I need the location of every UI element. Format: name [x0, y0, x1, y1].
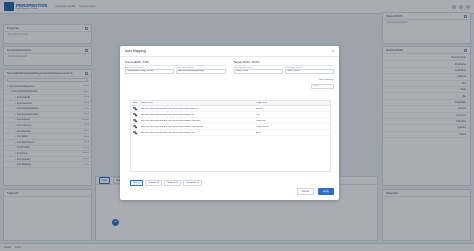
target-section: Target(JSON, JSON) Select target documen…	[233, 60, 334, 78]
source-field-cell: Ans:GetOrderResponse/Ans:GetOrderRespons…	[141, 107, 198, 110]
auto-mapping-dialog: Auto Mapping × Source(EMS, XSD) Select s…	[120, 46, 339, 200]
apply-button[interactable]: Apply	[318, 187, 334, 195]
source-section: Source(EMS, XSD) Select source document …	[125, 60, 226, 78]
target-field-cell[interactable]: OrderNumber	[256, 126, 330, 128]
filter-new[interactable]: New (5)	[130, 180, 144, 186]
show-mappings-toggle[interactable]: Show Mappings	[318, 79, 334, 81]
filter-mapped[interactable]: Mapped (0)	[164, 180, 182, 186]
col-source: Source Field	[141, 102, 153, 104]
col-target: Target Field	[256, 102, 267, 104]
map-checkbox[interactable]	[133, 124, 136, 128]
close-icon[interactable]: ×	[332, 49, 334, 53]
target-field-cell[interactable]: price	[256, 132, 330, 134]
cancel-button[interactable]: Cancel	[296, 187, 315, 195]
source-field-cell: Ans:GetOrderResponse/Ans:GetOrderRespons…	[141, 119, 201, 122]
mapping-search-input[interactable]: Search	[311, 84, 334, 89]
filter-unmapped[interactable]: Unmapped (0)	[183, 180, 203, 186]
mapping-filters: New (5) Override (0) Mapped (0) Unmapped…	[130, 180, 203, 186]
target-field-cell[interactable]: OrderDate	[256, 120, 330, 122]
col-map: Map	[133, 102, 138, 104]
target-field-cell[interactable]: City	[256, 114, 330, 116]
mapping-table: Map Source Field Target Field Ans:GetOrd…	[130, 100, 331, 172]
source-field-cell: Ans:GetOrderResponse/Ans:GetOrderRespons…	[141, 131, 196, 134]
map-checkbox[interactable]	[133, 118, 136, 122]
target-label: Target(JSON, JSON)	[233, 60, 334, 66]
dialog-title: Auto Mapping	[125, 49, 146, 53]
target-field-cell[interactable]: amount	[256, 108, 330, 110]
filter-override[interactable]: Override (0)	[145, 180, 163, 186]
map-checkbox[interactable]	[133, 130, 136, 134]
source-label: Source(EMS, XSD)	[125, 60, 226, 66]
source-field-cell: Ans:GetOrderResponse/Ans:GetOrderRespons…	[141, 113, 195, 116]
map-checkbox[interactable]	[133, 112, 136, 116]
map-checkbox[interactable]	[133, 106, 136, 110]
target-document-select[interactable]: Orders_JSON	[233, 69, 283, 74]
source-element-select[interactable]: Ans:GetOrderResponseType	[176, 69, 226, 74]
target-element-select[interactable]: Orders_JSON	[284, 69, 334, 74]
source-field-cell: Ans:GetOrderResponse/Ans:GetOrderRespons…	[141, 125, 204, 128]
source-document-select[interactable]: OrderSystem/Config_GetOrd...	[125, 69, 175, 74]
table-row: Ans:GetOrderResponse/Ans:GetOrderRespons…	[131, 130, 330, 136]
